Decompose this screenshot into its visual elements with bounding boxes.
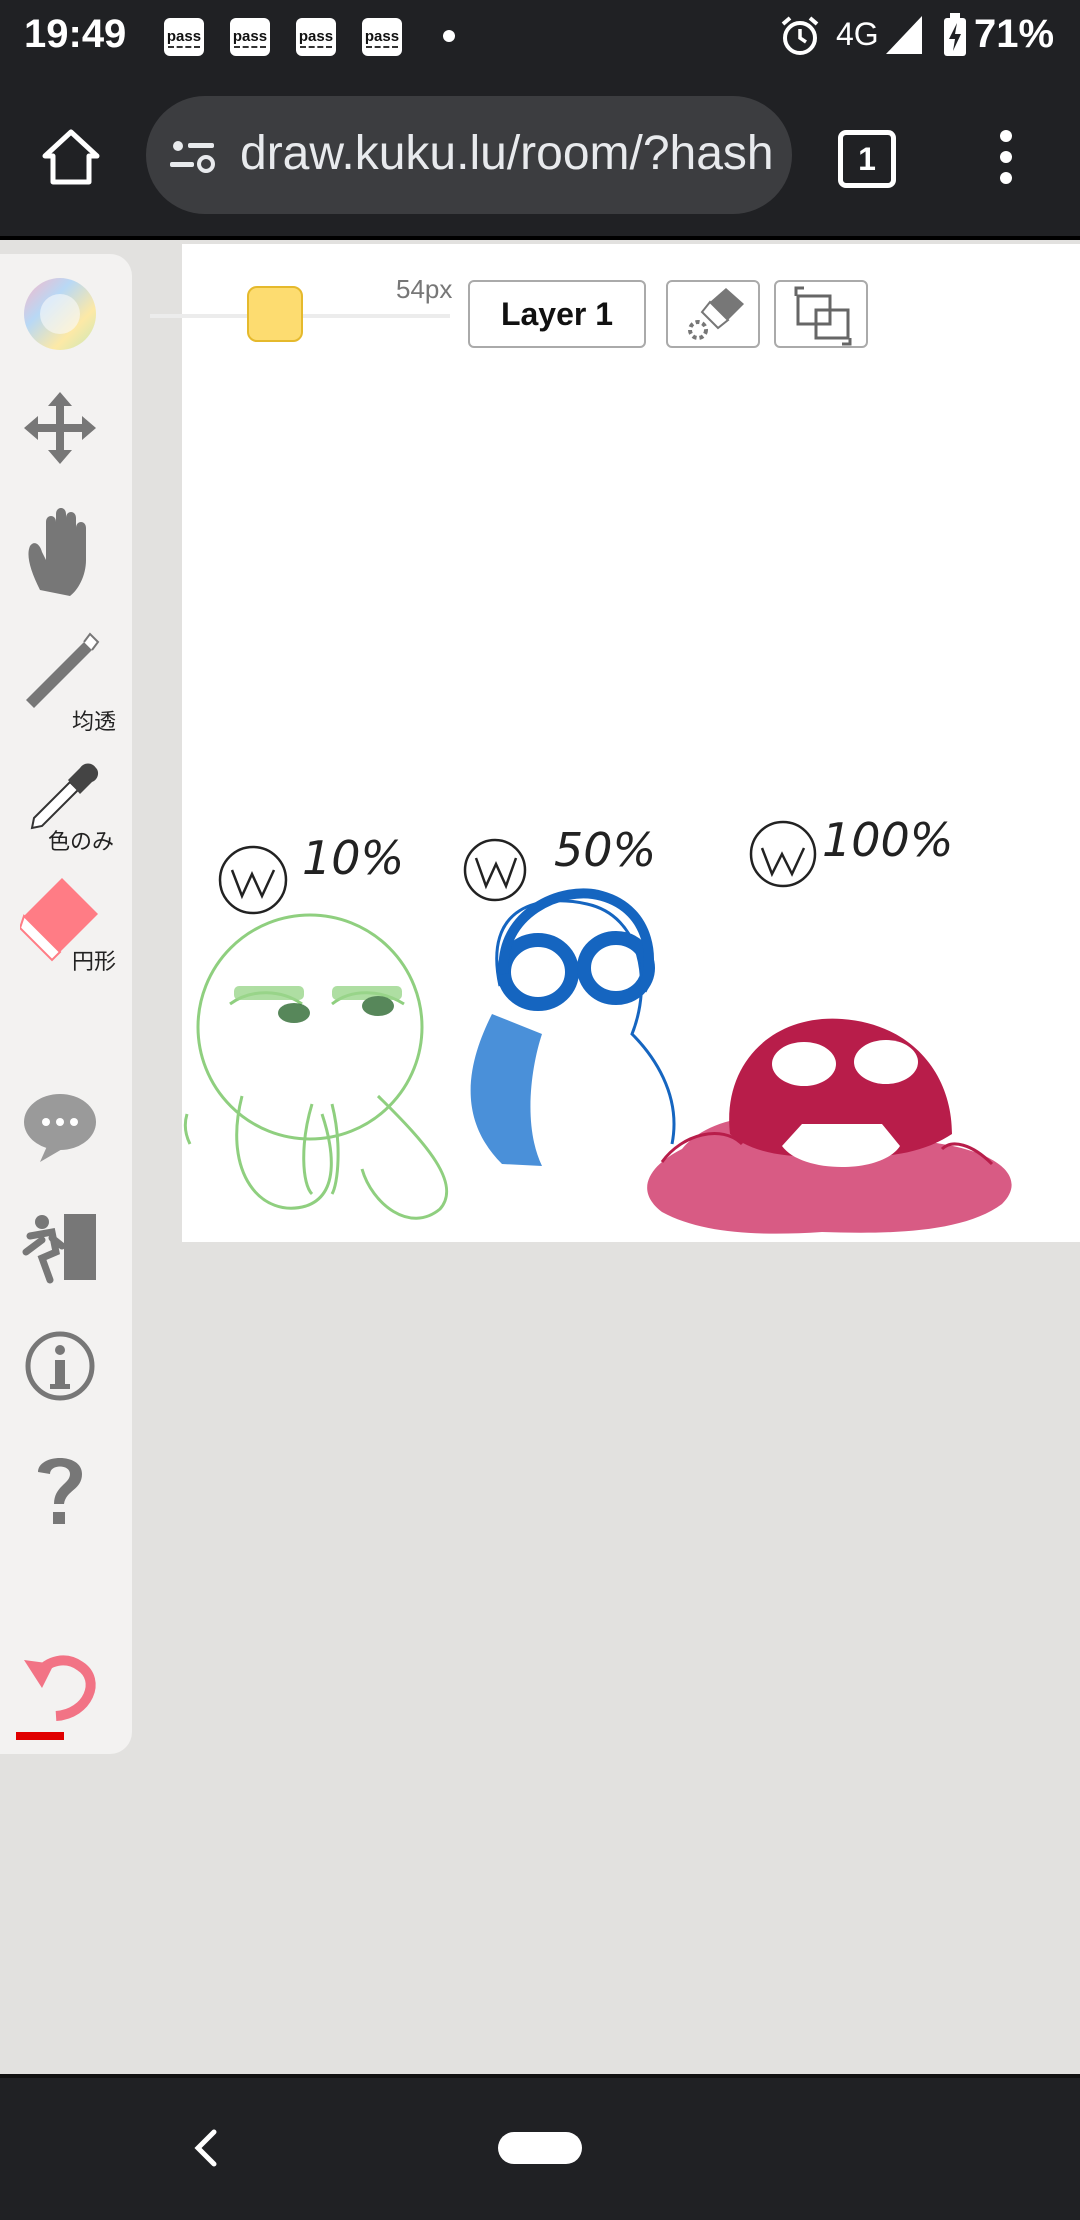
info-button[interactable] [20, 1320, 120, 1420]
green-character-drawing [183, 913, 449, 1220]
chat-button[interactable] [20, 1080, 120, 1180]
alarm-icon [781, 16, 819, 55]
pen-mode-label: 均透 [72, 709, 117, 734]
battery-charging-icon [944, 13, 966, 56]
question-mark-icon [38, 1458, 82, 1524]
blue-character-drawing [470, 888, 676, 1166]
more-notifications-dot [443, 30, 455, 42]
undo-arrow-icon [16, 1655, 96, 1740]
notification-pass-icon: pass [230, 18, 270, 56]
move-arrows-icon [24, 392, 96, 464]
move-tool[interactable] [20, 380, 120, 480]
hand-icon [28, 508, 86, 596]
network-type: 4G [836, 16, 879, 52]
notification-pass-icon: pass [296, 18, 336, 56]
exit-door-icon [22, 1214, 96, 1284]
layer-button[interactable]: Layer 1 [468, 280, 646, 348]
notification-pass-icon: pass [164, 18, 204, 56]
eraser-settings-icon [688, 288, 744, 340]
signal-icon [886, 16, 922, 54]
system-navigation-bar [0, 2078, 1080, 2220]
home-icon[interactable] [40, 126, 102, 188]
brush-size-label: 54px [396, 274, 453, 304]
label-100-percent: 100% [822, 813, 954, 867]
tab-switcher-button[interactable]: 1 [838, 130, 896, 188]
label-50-percent: 50% [554, 823, 656, 877]
transform-icon [794, 286, 852, 346]
eyedropper-mode-label: 色のみ [48, 829, 115, 854]
label-10-percent: 10% [302, 831, 404, 885]
color-picker-tool[interactable] [20, 266, 120, 366]
face-sketch-small-1 [218, 845, 288, 915]
transform-layer-button[interactable] [774, 280, 868, 348]
undo-button[interactable] [10, 1640, 110, 1740]
face-sketch-small-2 [463, 838, 527, 902]
hand-pan-tool[interactable] [20, 500, 120, 600]
exit-room-button[interactable] [20, 1200, 120, 1300]
home-pill-button[interactable] [498, 2132, 582, 2164]
notification-pass-icon: pass [362, 18, 402, 56]
drawing-canvas[interactable]: 10% 50% 100% [182, 244, 1080, 1242]
battery-percent: 71% [974, 12, 1055, 56]
more-menu-icon[interactable] [996, 130, 1016, 190]
status-bar: 19:49 pass pass pass pass 4G 71% [0, 0, 1080, 74]
color-wheel-icon [24, 278, 96, 350]
help-button[interactable] [20, 1440, 120, 1540]
drawing-content: 10% 50% 100% [183, 813, 1012, 1234]
browser-toolbar: draw.kuku.lu/room/?hash 1 [0, 74, 1080, 240]
status-time: 19:49 [24, 12, 127, 56]
url-bar[interactable]: draw.kuku.lu/room/?hash [146, 96, 792, 214]
eraser-mode-label: 円形 [72, 949, 117, 974]
brush-size-slider-thumb[interactable] [247, 286, 303, 342]
crimson-character-drawing [647, 1018, 1012, 1234]
url-text: draw.kuku.lu/room/?hash [240, 127, 774, 180]
chat-bubble-icon [24, 1094, 96, 1162]
eraser-settings-button[interactable] [666, 280, 760, 348]
site-info-icon[interactable] [168, 134, 216, 178]
back-chevron-icon[interactable] [192, 2126, 220, 2170]
info-icon [25, 1331, 95, 1401]
